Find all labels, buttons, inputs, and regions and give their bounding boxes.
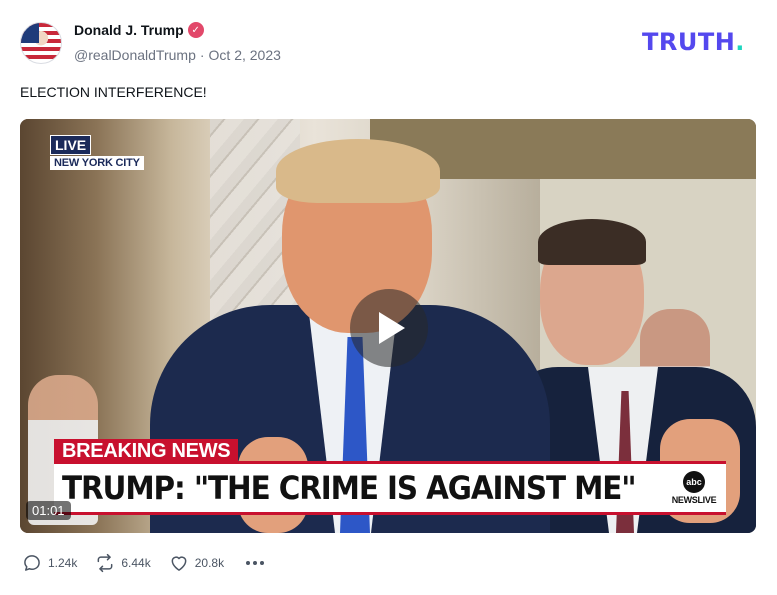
ellipsis-icon: [246, 561, 251, 565]
news-headline-bar: TRUMP: "THE CRIME IS AGAINST ME": [54, 461, 662, 515]
meta-separator: ·: [199, 47, 205, 63]
author-row: Donald J. Trump ✓: [74, 22, 204, 38]
post-actions: 1.24k 6.44k 20.8k: [22, 553, 268, 573]
video-scene-hair: [538, 219, 646, 265]
play-icon: [379, 312, 405, 344]
post-meta: @realDonaldTrump · Oct 2, 2023: [74, 47, 281, 63]
video-duration: 01:01: [26, 501, 71, 520]
heart-icon: [171, 556, 187, 571]
retruth-icon: [97, 553, 113, 573]
retruth-count: 6.44k: [121, 556, 151, 570]
video-player[interactable]: LIVE NEW YORK CITY BREAKING NEWS TRUMP: …: [20, 119, 756, 533]
logo-text: TRUTH: [642, 28, 736, 56]
avatar[interactable]: [20, 22, 62, 64]
network-logo: abc NEWSLIVE: [662, 461, 726, 515]
like-button[interactable]: 20.8k: [169, 553, 224, 573]
reply-icon: [24, 555, 40, 571]
ellipsis-icon: [253, 561, 258, 565]
more-options-button[interactable]: [242, 557, 268, 569]
video-scene-hair: [276, 139, 440, 203]
verified-badge-icon: ✓: [187, 22, 204, 38]
like-count: 20.8k: [194, 556, 225, 570]
retruth-button[interactable]: 6.44k: [95, 553, 151, 573]
truth-logo[interactable]: TRUTH.: [642, 28, 745, 56]
reply-count: 1.24k: [48, 556, 78, 570]
post-text: ELECTION INTERFERENCE!: [20, 84, 207, 100]
ellipsis-icon: [260, 561, 265, 565]
network-label: NEWSLIVE: [671, 495, 717, 505]
truth-post: Donald J. Trump ✓ @realDonaldTrump · Oct…: [0, 0, 777, 595]
author-display-name[interactable]: Donald J. Trump: [74, 22, 184, 38]
news-headline: TRUMP: "THE CRIME IS AGAINST ME": [62, 469, 637, 507]
author-handle[interactable]: @realDonaldTrump: [74, 47, 196, 63]
abc-logo-icon: abc: [683, 471, 705, 493]
live-label: LIVE: [50, 135, 92, 155]
post-date[interactable]: Oct 2, 2023: [209, 47, 281, 63]
play-button[interactable]: [350, 289, 428, 367]
logo-dot: .: [735, 28, 745, 56]
live-location: NEW YORK CITY: [50, 156, 144, 170]
live-badge: LIVE NEW YORK CITY: [50, 135, 144, 170]
reply-button[interactable]: 1.24k: [22, 553, 77, 573]
